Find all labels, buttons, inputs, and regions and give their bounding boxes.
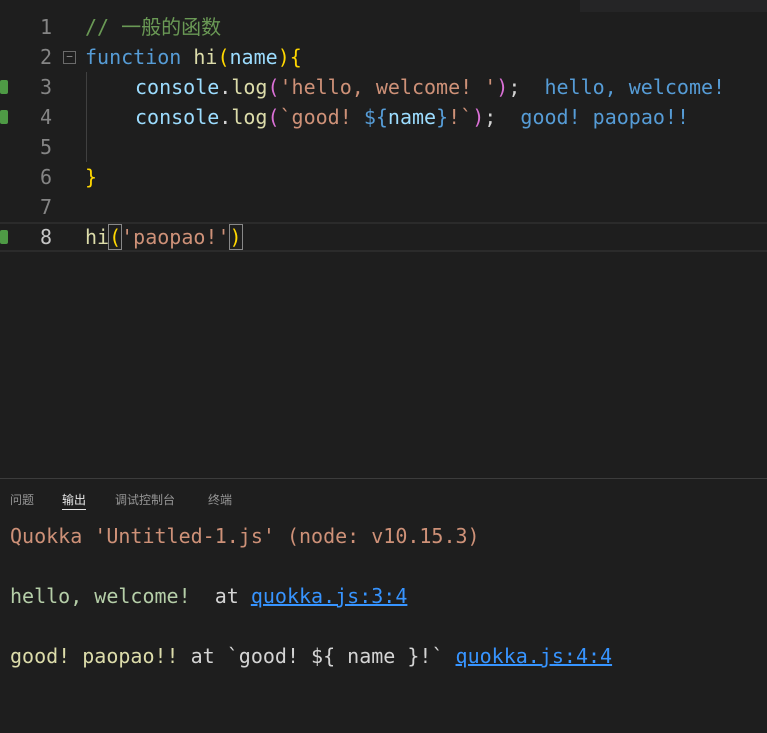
log-location-prefix: at — [202, 584, 251, 608]
line-number: 2 — [39, 45, 52, 69]
line-number: 5 — [39, 135, 52, 159]
variable: name — [387, 105, 437, 129]
inline-result: good! paopao!! — [520, 105, 689, 129]
line-number: 8 — [39, 225, 52, 249]
code-text: console.log(`good! ${name}!`); good! pao… — [135, 102, 689, 132]
fold-collapse-icon[interactable]: − — [63, 51, 76, 64]
modified-marker — [0, 80, 8, 94]
paren: ( — [217, 45, 230, 69]
code-text: } — [85, 162, 97, 192]
paren: ) — [228, 224, 243, 250]
param: name — [229, 45, 278, 69]
function-call: hi — [85, 225, 110, 249]
object: console — [135, 105, 220, 129]
modified-marker — [0, 230, 8, 244]
code-editor[interactable]: 1 // 一般的函数 2 − function hi(name){ 3 cons… — [0, 0, 767, 478]
code-line-5[interactable]: 5 — [0, 132, 767, 162]
template-string: !` — [448, 105, 473, 129]
tab-problems[interactable]: 问题 — [10, 491, 34, 509]
code-line-2[interactable]: 2 − function hi(name){ — [0, 42, 767, 72]
method: log — [231, 75, 268, 99]
output-header: Quokka 'Untitled-1.js' (node: v10.15.3) — [10, 524, 480, 548]
code-text: function hi(name){ — [85, 42, 302, 72]
log-location-prefix: at `good! ${ name }!` — [178, 644, 456, 668]
paren: ) — [277, 45, 290, 69]
paren: ( — [267, 75, 280, 99]
log-text: hello, welcome! — [10, 584, 203, 608]
paren: ) — [496, 75, 509, 99]
output-entry-1: hello, welcome! at quokka.js:3:4 — [10, 581, 407, 611]
code-line-1[interactable]: 1 // 一般的函数 — [0, 12, 767, 42]
code-line-4[interactable]: 4 console.log(`good! ${name}!`); good! p… — [0, 102, 767, 132]
code-line-8[interactable]: 8 hi('paopao!') — [0, 222, 767, 252]
source-link[interactable]: quokka.js:4:4 — [456, 644, 613, 668]
editor-top-strip — [580, 0, 767, 12]
object: console — [135, 75, 220, 99]
interp-open: ${ — [363, 105, 388, 129]
line-number: 7 — [39, 195, 52, 219]
log-text: good! paopao!! — [10, 644, 179, 668]
string: 'paopao!' — [121, 225, 230, 249]
panel-tabs: 问题 输出 调试控制台 终端 — [0, 491, 767, 513]
function-name: hi — [193, 45, 218, 69]
line-number: 1 — [39, 15, 52, 39]
line-number: 6 — [39, 165, 52, 189]
bottom-panel: 问题 输出 调试控制台 终端 Quokka 'Untitled-1.js' (n… — [0, 478, 767, 733]
inline-result: hello, welcome! — [544, 75, 726, 99]
paren: ( — [267, 105, 280, 129]
code-text: console.log('hello, welcome! '); hello, … — [135, 72, 725, 102]
code-line-6[interactable]: 6 } — [0, 162, 767, 192]
template-string: `good! — [279, 105, 364, 129]
brace: { — [289, 45, 302, 69]
method: log — [231, 105, 268, 129]
output-entry-2: good! paopao!! at `good! ${ name }!` quo… — [10, 641, 612, 671]
code-line-3[interactable]: 3 console.log('hello, welcome! '); hello… — [0, 72, 767, 102]
dot: . — [219, 105, 232, 129]
line-number: 3 — [39, 75, 52, 99]
code-line-7[interactable]: 7 — [0, 192, 767, 222]
keyword: function — [85, 45, 182, 69]
dot: . — [219, 75, 232, 99]
source-link[interactable]: quokka.js:3:4 — [251, 584, 408, 608]
tab-debug-console[interactable]: 调试控制台 — [115, 491, 175, 509]
tab-output[interactable]: 输出 — [62, 491, 87, 510]
code-text: // 一般的函数 — [85, 12, 221, 42]
line-number: 4 — [39, 105, 52, 129]
code-text: hi('paopao!') — [85, 224, 243, 250]
paren: ) — [472, 105, 485, 129]
comment: // 一般的函数 — [85, 15, 222, 39]
paren: ( — [108, 224, 123, 250]
modified-marker — [0, 110, 8, 124]
semicolon: ; — [508, 75, 521, 99]
interp-close: } — [436, 105, 449, 129]
string: 'hello, welcome! ' — [279, 75, 497, 99]
brace: } — [85, 165, 98, 189]
tab-terminal[interactable]: 终端 — [208, 491, 232, 509]
semicolon: ; — [484, 105, 497, 129]
